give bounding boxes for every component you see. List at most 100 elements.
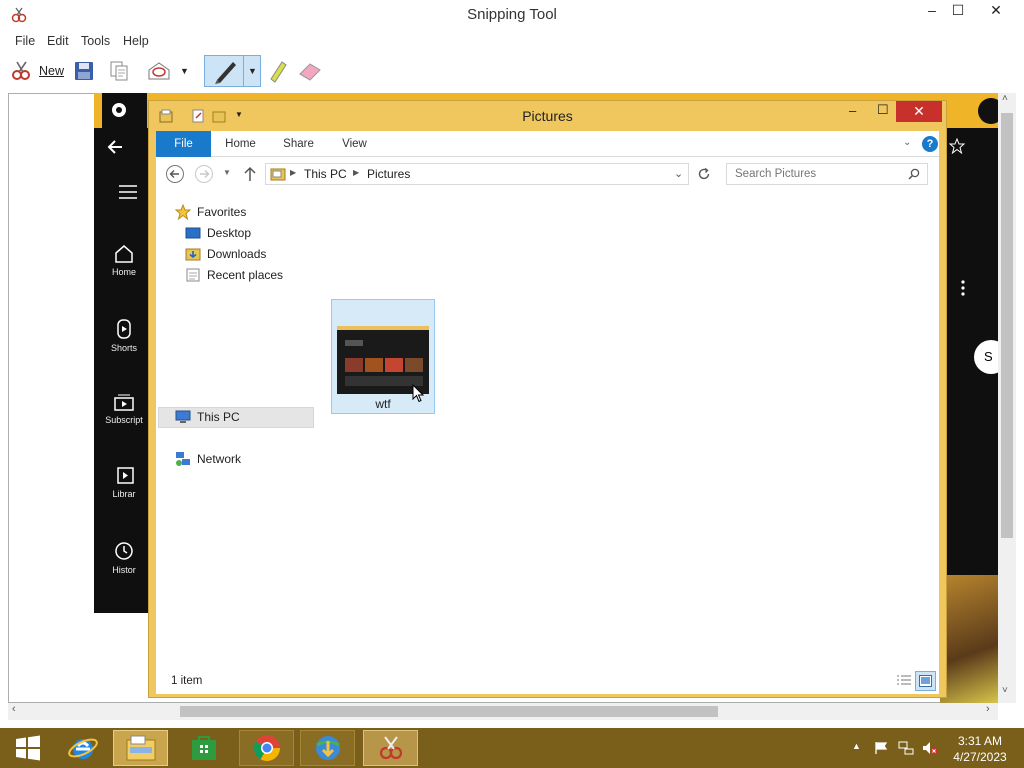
- history-icon: [115, 542, 133, 560]
- scissors-icon: [12, 61, 30, 80]
- send-snip-button[interactable]: ▼: [146, 55, 194, 87]
- video-thumbnail-partial[interactable]: [940, 575, 1000, 703]
- scroll-left-icon[interactable]: ‹: [12, 703, 16, 715]
- breadcrumb-chevron-icon[interactable]: ▶: [353, 168, 359, 177]
- sidebar-item-subscriptions[interactable]: Subscript: [94, 393, 154, 425]
- explorer-close-button[interactable]: ✕: [896, 101, 942, 122]
- hamburger-menu-icon[interactable]: [118, 184, 138, 200]
- tab-home[interactable]: Home: [218, 131, 263, 157]
- downloads-folder-icon: [185, 248, 201, 261]
- tab-share[interactable]: Share: [276, 131, 321, 157]
- file-item[interactable]: wtf: [331, 299, 435, 414]
- address-bar[interactable]: ▶ This PC ▶ Pictures ⌄: [265, 163, 689, 185]
- nav-this-pc-label: This PC: [197, 410, 240, 424]
- forward-button-icon[interactable]: [194, 164, 214, 184]
- network-tray-icon[interactable]: [898, 740, 914, 756]
- breadcrumb-pictures[interactable]: Pictures: [367, 167, 410, 181]
- menu-file[interactable]: File: [15, 34, 35, 48]
- status-bar: 1 item: [156, 668, 939, 694]
- show-hidden-icons-icon[interactable]: ▲: [852, 741, 861, 751]
- item-count: 1 item: [171, 675, 203, 687]
- tab-view[interactable]: View: [332, 131, 377, 157]
- breadcrumb-chevron-icon[interactable]: ▶: [290, 168, 296, 177]
- tab-file[interactable]: File: [156, 131, 211, 157]
- explorer-body: Favorites Desktop Downloads Recent place…: [156, 191, 939, 668]
- explorer-maximize-button[interactable]: ☐: [877, 102, 889, 118]
- eraser-button[interactable]: [298, 55, 324, 87]
- minimize-button[interactable]: –: [918, 2, 946, 18]
- clock[interactable]: 3:31 AM 4/27/2023: [948, 733, 1012, 765]
- pen-tool-button[interactable]: ▼: [204, 55, 261, 87]
- large-icons-view-icon: [919, 675, 932, 687]
- horizontal-scrollbar[interactable]: ‹ ›: [8, 703, 998, 720]
- menu-help[interactable]: Help: [123, 34, 149, 48]
- refresh-icon[interactable]: [697, 167, 711, 181]
- close-button[interactable]: ✕: [982, 2, 1010, 19]
- taskbar-snipping-tool[interactable]: [363, 730, 418, 766]
- sidebar-label-history: Histor: [112, 565, 136, 575]
- recent-locations-chevron-icon[interactable]: ▼: [223, 168, 231, 177]
- taskbar-chrome[interactable]: [239, 730, 294, 766]
- scroll-down-icon[interactable]: ˅: [1002, 685, 1008, 696]
- taskbar-internet-explorer[interactable]: [55, 730, 110, 766]
- menu-edit[interactable]: Edit: [47, 34, 69, 48]
- volume-muted-icon[interactable]: [922, 740, 938, 756]
- highlighter-button[interactable]: [266, 55, 292, 87]
- copy-button[interactable]: [108, 55, 134, 87]
- search-box[interactable]: [726, 163, 928, 185]
- help-icon[interactable]: ?: [922, 136, 938, 152]
- sidebar-item-shorts[interactable]: Shorts: [94, 319, 154, 353]
- explorer-minimize-button[interactable]: –: [849, 103, 856, 118]
- sidebar-item-library[interactable]: Librar: [94, 467, 154, 499]
- up-arrow-icon[interactable]: [243, 166, 257, 182]
- start-button[interactable]: [0, 730, 55, 766]
- taskbar: ▲ 3:31 AM 4/27/2023: [0, 728, 1024, 768]
- taskbar-store[interactable]: [176, 730, 231, 766]
- nav-downloads[interactable]: Downloads: [185, 244, 266, 264]
- network-icon: [176, 452, 190, 466]
- action-center-flag-icon[interactable]: [874, 741, 888, 755]
- window-title: Snipping Tool: [467, 6, 557, 23]
- explorer-window: ▼ Pictures – ☐ ✕ File Home Share View ⌄ …: [148, 100, 947, 698]
- save-button[interactable]: [73, 55, 99, 87]
- nav-favorites[interactable]: Favorites: [175, 202, 246, 222]
- chrome-tab-icon: [112, 103, 126, 117]
- horizontal-scroll-thumb[interactable]: [180, 706, 718, 717]
- new-label: New: [39, 64, 65, 78]
- nav-network[interactable]: Network: [175, 449, 241, 469]
- send-email-icon: [148, 62, 170, 80]
- pen-icon: [215, 62, 236, 84]
- nav-recent-places[interactable]: Recent places: [185, 265, 283, 285]
- expand-ribbon-icon[interactable]: ⌄: [903, 137, 911, 148]
- address-dropdown-icon[interactable]: ⌄: [674, 167, 683, 180]
- taskbar-file-explorer[interactable]: [113, 730, 168, 766]
- nav-desktop[interactable]: Desktop: [185, 223, 251, 243]
- large-icons-view-button[interactable]: [915, 671, 936, 691]
- bookmark-star-icon[interactable]: [949, 138, 965, 154]
- navigation-bar: ▼ ▶ This PC ▶ Pictures ⌄: [156, 157, 939, 191]
- sidebar-item-history[interactable]: Histor: [94, 541, 154, 575]
- scroll-up-icon[interactable]: ˄: [1002, 93, 1008, 104]
- home-icon: [115, 245, 133, 263]
- vertical-scrollbar[interactable]: ˄ ˅: [998, 93, 1016, 703]
- vertical-scroll-thumb[interactable]: [1001, 113, 1013, 538]
- nav-this-pc[interactable]: This PC: [175, 407, 240, 427]
- search-icon[interactable]: [908, 168, 920, 180]
- search-input[interactable]: [735, 168, 905, 180]
- eraser-icon: [299, 63, 321, 81]
- maximize-button[interactable]: ☐: [944, 2, 972, 19]
- scroll-right-icon[interactable]: ›: [986, 703, 990, 715]
- menu-tools[interactable]: Tools: [81, 34, 110, 48]
- taskbar-internet-download-manager[interactable]: [300, 730, 355, 766]
- copy-icon: [110, 61, 128, 81]
- chevron-down-icon[interactable]: ▼: [180, 66, 189, 76]
- pen-dropdown-chevron-icon[interactable]: ▼: [243, 56, 257, 86]
- details-view-icon[interactable]: [896, 674, 912, 688]
- back-button-icon[interactable]: [165, 164, 185, 184]
- sidebar-item-home[interactable]: Home: [94, 245, 154, 277]
- new-snip-button[interactable]: New: [10, 55, 66, 87]
- breadcrumb-this-pc[interactable]: This PC: [304, 167, 347, 181]
- back-arrow-icon[interactable]: [106, 138, 124, 156]
- sidebar-label-subscriptions: Subscript: [105, 415, 143, 425]
- more-options-icon[interactable]: [960, 280, 966, 296]
